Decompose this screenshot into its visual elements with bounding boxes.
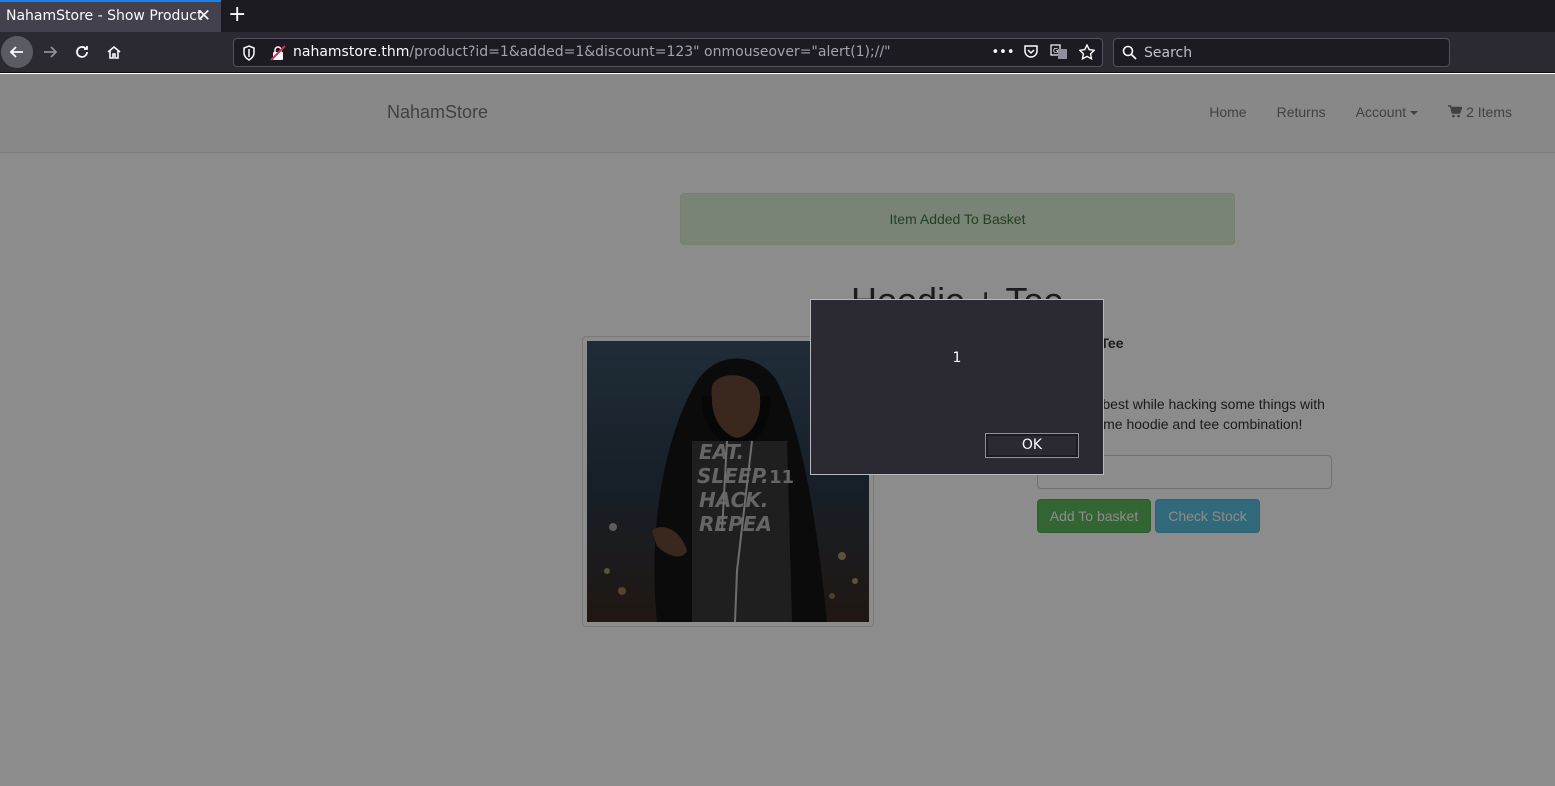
browser-toolbar: nahamstore.thm/product?id=1&added=1&disc… [0, 32, 1555, 73]
url-path: /product?id=1&added=1&discount=123" onmo… [409, 44, 891, 60]
url-host: nahamstore.thm [293, 44, 410, 60]
ok-button[interactable]: OK [985, 433, 1079, 458]
url-actions: ••• G [992, 43, 1096, 61]
home-button[interactable] [98, 36, 130, 68]
translate-icon[interactable]: G [1050, 43, 1068, 61]
reload-button[interactable] [66, 36, 98, 68]
web-page: NahamStore Home Returns Account 2 Items … [0, 74, 1555, 786]
more-icon[interactable]: ••• [992, 43, 1015, 61]
forward-button[interactable] [34, 36, 66, 68]
alert-message: 1 [952, 350, 962, 366]
alert-dialog: 1 OK [810, 299, 1104, 475]
new-tab-button[interactable]: + [228, 2, 246, 28]
tab-active[interactable]: NahamStore - Show Product ✕ [0, 0, 221, 32]
search-input[interactable] [1144, 41, 1434, 64]
close-icon[interactable]: ✕ [197, 0, 211, 32]
home-icon [107, 45, 121, 59]
insecure-lock-icon[interactable] [270, 45, 286, 65]
search-bar[interactable] [1113, 38, 1450, 67]
pocket-icon[interactable] [1022, 43, 1040, 61]
url-bar[interactable]: nahamstore.thm/product?id=1&added=1&disc… [233, 38, 1103, 67]
search-icon [1122, 45, 1137, 64]
tab-title: NahamStore - Show Product [6, 8, 203, 24]
url-text[interactable]: nahamstore.thm/product?id=1&added=1&disc… [293, 39, 891, 66]
star-icon[interactable] [1078, 43, 1096, 61]
shield-icon[interactable] [242, 45, 256, 65]
tab-strip: NahamStore - Show Product ✕ + [0, 0, 1555, 32]
arrow-right-icon [44, 46, 58, 58]
modal-overlay [0, 74, 1555, 786]
reload-icon [76, 46, 88, 58]
svg-text:G: G [1053, 47, 1058, 55]
arrow-left-icon [9, 46, 23, 58]
back-button[interactable] [1, 36, 33, 68]
plus-icon: + [228, 2, 247, 27]
